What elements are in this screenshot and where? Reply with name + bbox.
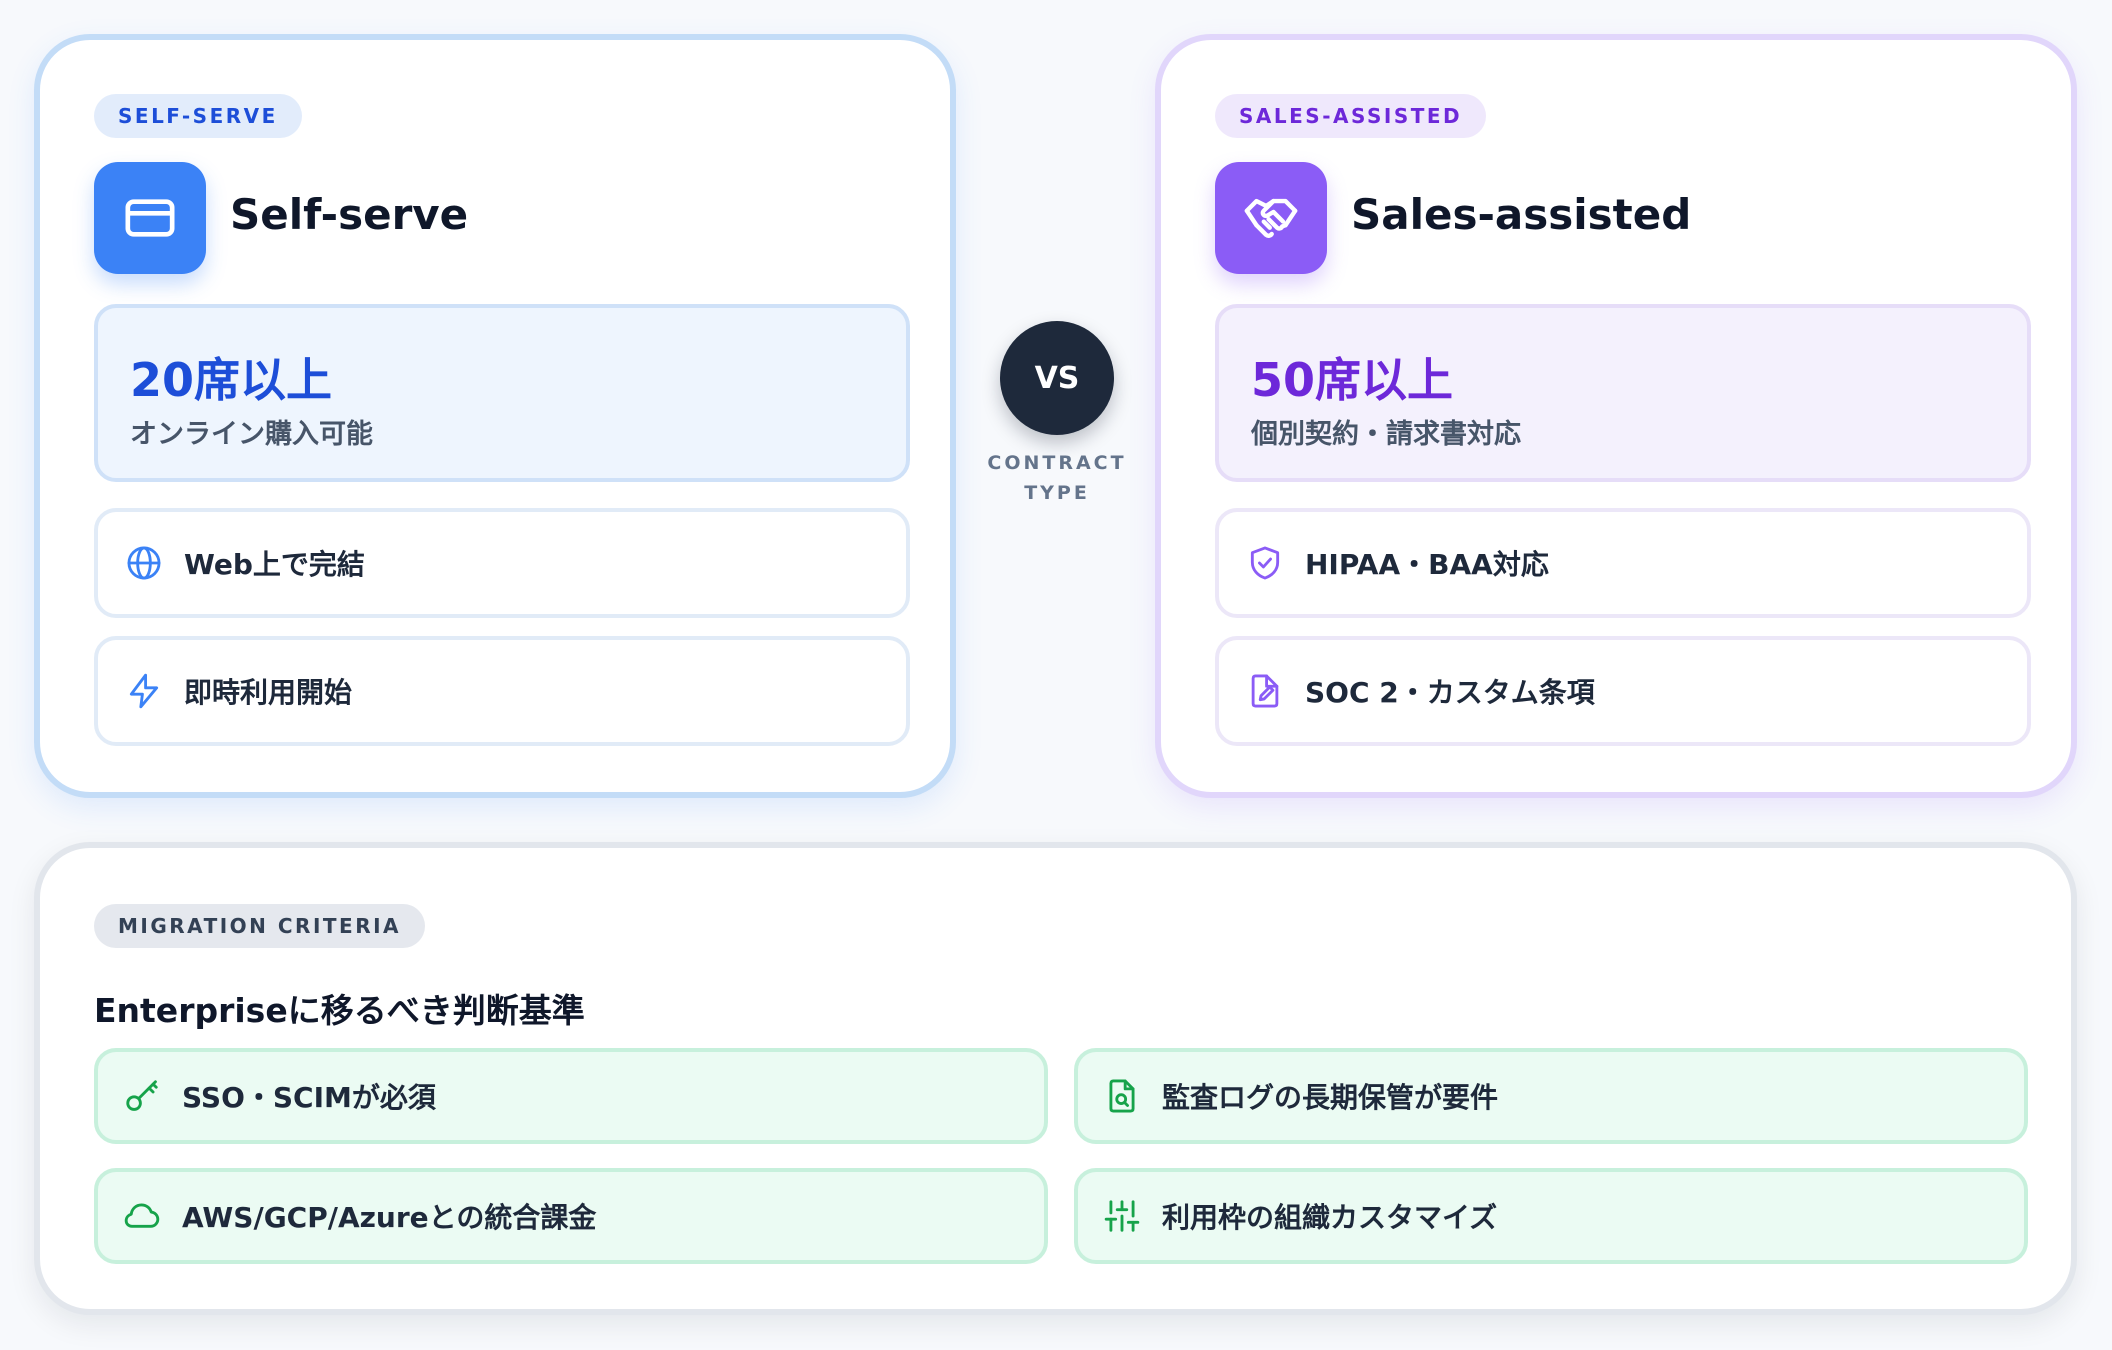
globe-icon [124, 543, 164, 583]
feature-row-instant: 即時利用開始 [94, 636, 910, 746]
feature-row-soc2: SOC 2・カスタム条項 [1215, 636, 2031, 746]
metric-subtitle: 個別契約・請求書対応 [1251, 419, 1521, 450]
feature-label: Web上で完結 [184, 548, 365, 581]
sales-assisted-title: Sales-assisted [1351, 190, 1692, 239]
self-serve-card: SELF-SERVE Self-serve 20席以上 オンライン購入可能 We… [34, 34, 956, 798]
credit-card-icon [94, 162, 206, 274]
self-serve-metric: 20席以上 オンライン購入可能 [94, 304, 910, 482]
lightning-icon [124, 671, 164, 711]
metric-value: 20席以上 [130, 353, 333, 407]
migration-title: Enterpriseに移るべき判断基準 [94, 991, 585, 1030]
document-edit-icon [1245, 671, 1285, 711]
vs-badge: VS [1000, 321, 1114, 435]
criteria-label: AWS/GCP/Azureとの統合課金 [182, 1201, 597, 1234]
cloud-icon [122, 1196, 162, 1236]
metric-subtitle: オンライン購入可能 [130, 419, 373, 450]
metric-value: 50席以上 [1251, 353, 1454, 407]
key-icon [122, 1076, 162, 1116]
criteria-item-cloud-billing: AWS/GCP/Azureとの統合課金 [94, 1168, 1048, 1264]
shield-check-icon [1245, 543, 1285, 583]
self-serve-title: Self-serve [230, 190, 469, 239]
sales-assisted-card: SALES-ASSISTED Sales-assisted 50席以上 個別契約… [1155, 34, 2077, 798]
sliders-icon [1102, 1196, 1142, 1236]
criteria-item-sso: SSO・SCIMが必須 [94, 1048, 1048, 1144]
feature-label: HIPAA・BAA対応 [1305, 548, 1549, 581]
feature-label: 即時利用開始 [184, 676, 353, 709]
feature-label: SOC 2・カスタム条項 [1305, 676, 1595, 709]
contract-caption-line1: CONTRACT [987, 452, 1127, 474]
self-serve-badge: SELF-SERVE [94, 94, 302, 138]
criteria-item-audit-log: 監査ログの長期保管が要件 [1074, 1048, 2028, 1144]
migration-badge: MIGRATION CRITERIA [94, 904, 426, 948]
criteria-item-org-quota: 利用枠の組織カスタマイズ [1074, 1168, 2028, 1264]
contract-caption-line2: TYPE [1024, 482, 1090, 504]
handshake-icon [1215, 162, 1327, 274]
feature-row-hipaa: HIPAA・BAA対応 [1215, 508, 2031, 618]
criteria-label: 利用枠の組織カスタマイズ [1162, 1201, 1498, 1234]
feature-row-web: Web上で完結 [94, 508, 910, 618]
sales-assisted-metric: 50席以上 個別契約・請求書対応 [1215, 304, 2031, 482]
file-search-icon [1102, 1076, 1142, 1116]
sales-assisted-badge: SALES-ASSISTED [1215, 94, 1487, 138]
migration-criteria-card: MIGRATION CRITERIA Enterpriseに移るべき判断基準 S… [34, 842, 2077, 1315]
criteria-label: 監査ログの長期保管が要件 [1162, 1081, 1499, 1114]
criteria-label: SSO・SCIMが必須 [182, 1081, 436, 1114]
